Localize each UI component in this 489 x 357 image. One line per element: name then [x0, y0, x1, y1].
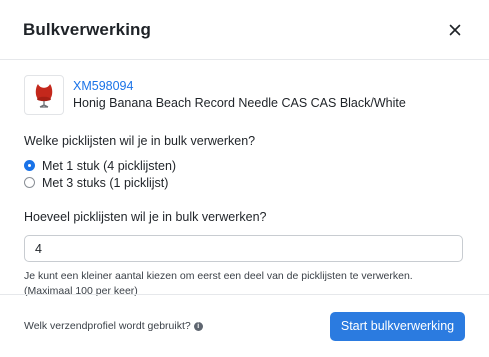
modal-header: Bulkverwerking	[0, 0, 489, 60]
count-question: Hoeveel picklijsten wil je in bulk verwe…	[24, 210, 267, 224]
option-label: Met 1 stuk (4 picklijsten)	[42, 158, 177, 173]
radio-button-checked[interactable]	[24, 160, 35, 171]
shipping-profile-text: Welk verzendprofiel wordt gebruikt?	[24, 320, 191, 332]
close-icon	[449, 24, 461, 35]
modal-body: XM598094 Honig Banana Beach Record Needl…	[0, 60, 489, 299]
close-button[interactable]	[445, 20, 465, 40]
shipping-profile-question: Welk verzendprofiel wordt gebruikt? i	[24, 320, 203, 332]
option-1-stuk[interactable]: Met 1 stuk (4 picklijsten)	[24, 157, 465, 174]
picklists-question: Welke picklijsten wil je in bulk verwerk…	[24, 134, 256, 148]
option-label: Met 3 stuks (1 picklijst)	[42, 175, 169, 190]
product-name: Honig Banana Beach Record Needle CAS CAS…	[73, 96, 406, 110]
product-text: XM598094 Honig Banana Beach Record Needl…	[73, 78, 406, 112]
radio-button[interactable]	[24, 177, 35, 188]
product-summary: XM598094 Honig Banana Beach Record Needl…	[24, 74, 465, 116]
modal-title: Bulkverwerking	[23, 19, 152, 39]
product-thumbnail	[24, 75, 64, 115]
option-3-stuks[interactable]: Met 3 stuks (1 picklijst)	[24, 174, 465, 191]
egg-chair-icon	[35, 84, 53, 108]
product-sku-link[interactable]: XM598094	[73, 78, 406, 94]
picklist-count-input[interactable]	[24, 235, 463, 262]
start-bulk-processing-button[interactable]: Start bulkverwerking	[330, 311, 465, 341]
info-icon[interactable]: i	[193, 321, 203, 331]
modal-footer: Welk verzendprofiel wordt gebruikt? i St…	[0, 294, 489, 357]
bulk-processing-modal: Bulkverwerking XM598094 Honig Banana Bea…	[0, 0, 489, 357]
